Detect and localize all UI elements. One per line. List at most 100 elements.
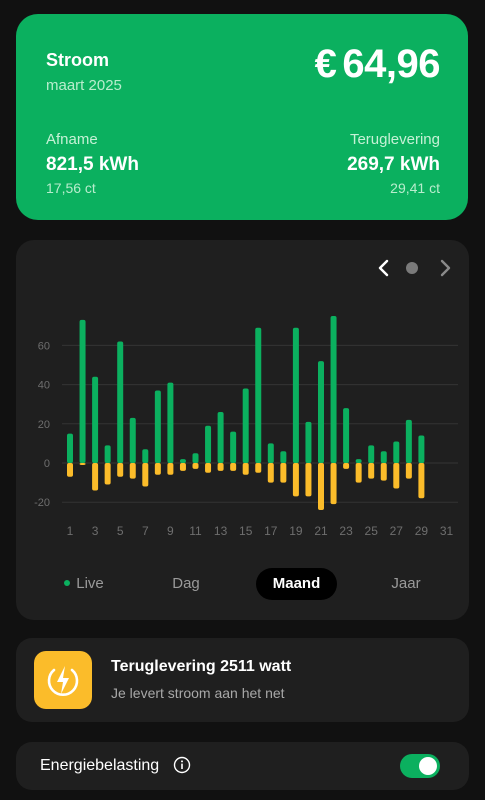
bar-afname[interactable] [280,451,287,463]
energiebelasting-row: Energiebelasting [16,742,469,790]
bar-teruglevering[interactable] [405,463,412,479]
bar-teruglevering[interactable] [104,463,111,485]
tab-jaar[interactable]: Jaar [366,568,446,600]
energiebelasting-toggle[interactable] [400,754,440,778]
bar-afname[interactable] [330,316,337,463]
bar-teruglevering[interactable] [129,463,136,479]
bar-teruglevering[interactable] [154,463,161,475]
bar-afname[interactable] [167,382,174,463]
bar-afname[interactable] [142,449,149,463]
summary-amount: €64,96 [314,42,441,87]
x-tick-label: 29 [415,524,429,538]
bar-teruglevering[interactable] [393,463,400,489]
teruglevering-value: 269,7 kWh [347,154,440,175]
bar-teruglevering[interactable] [92,463,99,491]
live-dot-icon [64,580,71,587]
bar-afname[interactable] [205,425,212,463]
bar-afname[interactable] [129,417,136,463]
x-tick-label: 3 [92,524,99,538]
bar-teruglevering[interactable] [79,463,86,465]
bar-teruglevering[interactable] [192,463,199,469]
bar-teruglevering[interactable] [368,463,375,479]
bar-afname[interactable] [192,453,199,463]
bar-teruglevering[interactable] [355,463,362,483]
summary-card[interactable]: Stroom maart 2025 €64,96 Afname 821,5 kW… [16,14,468,220]
bar-teruglevering[interactable] [67,463,73,477]
toggle-knob [419,757,437,775]
bar-teruglevering[interactable] [418,463,425,499]
teruglevering-card[interactable]: Teruglevering 2511 watt Je levert stroom… [16,638,469,722]
bar-afname[interactable] [117,341,124,463]
bar-teruglevering[interactable] [205,463,212,473]
bar-afname[interactable] [255,327,262,463]
summary-title: Stroom [46,50,109,70]
bar-teruglevering[interactable] [267,463,274,483]
x-tick-label: 7 [142,524,149,538]
bar-afname[interactable] [318,361,324,463]
x-tick-label: 21 [314,524,328,538]
bar-teruglevering[interactable] [292,463,299,497]
tab-dag[interactable]: Dag [146,568,226,600]
tab-live[interactable]: Live [44,568,124,600]
afname-value: 821,5 kWh [46,154,139,175]
y-tick-label: 60 [38,340,50,352]
bar-teruglevering[interactable] [179,463,186,471]
y-tick-label: 0 [44,458,50,470]
y-tick-label: 20 [38,419,50,431]
bolt-icon-tile [34,651,92,709]
x-tick-label: 27 [390,524,404,538]
info-subtitle: Je levert stroom aan het net [111,685,285,701]
bar-teruglevering[interactable] [318,463,324,511]
afname-label: Afname [46,131,98,148]
bar-afname[interactable] [292,327,299,463]
tab-maand[interactable]: Maand [256,568,337,600]
bar-teruglevering[interactable] [343,463,350,469]
bar-teruglevering[interactable] [280,463,287,483]
teruglevering-label: Teruglevering [349,131,440,148]
bar-teruglevering[interactable] [330,463,337,505]
bar-teruglevering[interactable] [217,463,224,471]
info-title: Teruglevering 2511 watt [111,658,292,675]
bar-afname[interactable] [179,459,186,463]
bar-afname[interactable] [405,419,412,463]
info-icon[interactable] [173,756,191,774]
x-tick-label: 17 [264,524,278,538]
bar-afname[interactable] [104,445,111,463]
y-tick-label: -20 [34,497,50,509]
bar-afname[interactable] [393,441,400,463]
x-tick-label: 25 [365,524,379,538]
amount-value: 64,96 [342,42,440,86]
bar-afname[interactable] [418,435,425,463]
bar-teruglevering[interactable] [230,463,237,471]
period-tabs: Live Dag Maand Jaar [16,568,469,600]
bar-afname[interactable] [217,412,224,463]
bar-afname[interactable] [368,445,375,463]
bar-afname[interactable] [67,433,73,463]
y-tick-label: 40 [38,380,50,392]
bar-afname[interactable] [79,319,86,463]
bar-teruglevering[interactable] [167,463,174,475]
bar-afname[interactable] [267,443,274,463]
bar-afname[interactable] [343,408,350,463]
x-tick-label: 1 [67,524,74,538]
bar-teruglevering[interactable] [380,463,387,481]
bar-afname[interactable] [92,376,99,463]
bar-afname[interactable] [355,459,362,463]
bar-afname[interactable] [305,421,312,463]
x-tick-label: 23 [339,524,353,538]
bar-afname[interactable] [242,388,249,463]
bar-afname[interactable] [230,431,237,463]
bar-teruglevering[interactable] [117,463,124,477]
bar-afname[interactable] [380,451,387,463]
bar-teruglevering[interactable] [242,463,249,475]
bar-teruglevering[interactable] [142,463,149,487]
afname-price: 17,56 ct [46,180,96,196]
currency-symbol: € [314,42,337,86]
bolt-icon [47,666,79,697]
bar-teruglevering[interactable] [305,463,312,497]
x-tick-label: 15 [239,524,253,538]
bar-afname[interactable] [154,390,161,463]
summary-period: maart 2025 [46,77,122,94]
tab-live-label: Live [76,575,104,592]
bar-teruglevering[interactable] [255,463,262,473]
